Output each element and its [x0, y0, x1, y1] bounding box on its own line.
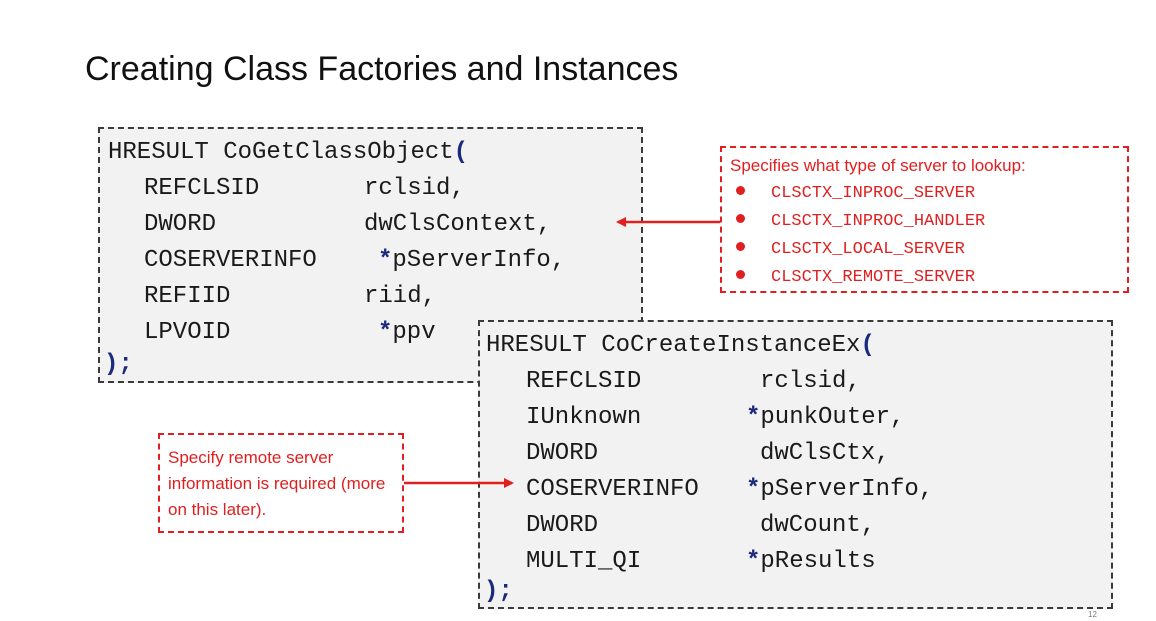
- slide-number: 12: [1088, 610, 1097, 619]
- arrows-layer: [404, 217, 720, 488]
